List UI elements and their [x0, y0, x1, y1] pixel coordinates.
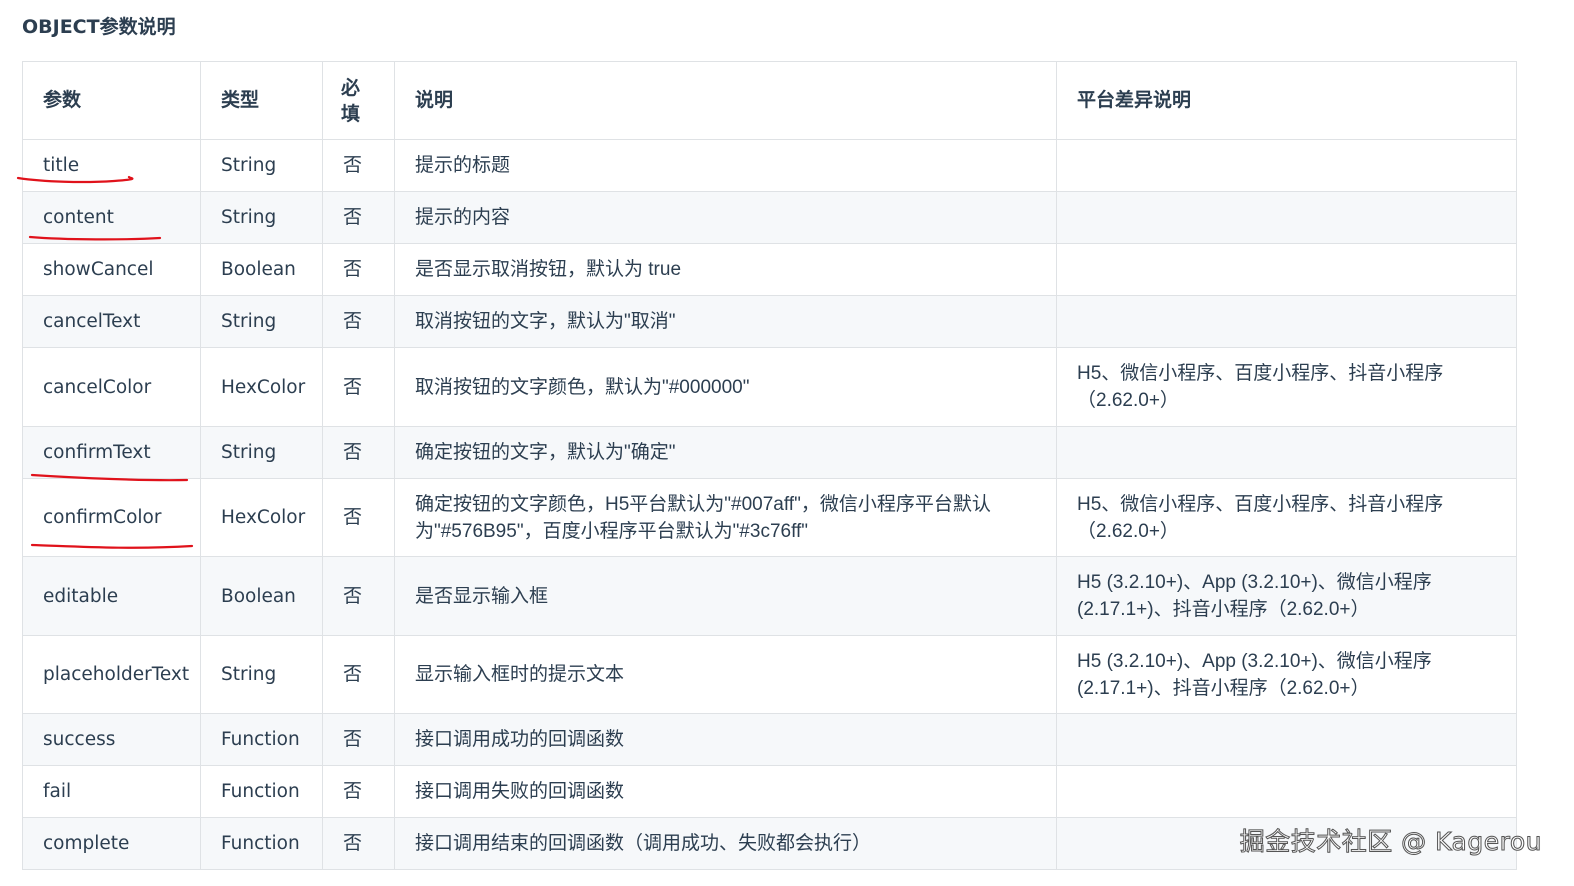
param-name: placeholderText: [22, 635, 201, 714]
param-description: 取消按钮的文字颜色，默认为"#000000": [394, 347, 1057, 427]
param-description: 确定按钮的文字，默认为"确定": [394, 426, 1057, 479]
param-name: cancelText: [22, 295, 201, 348]
table-row: confirmText String 否 确定按钮的文字，默认为"确定": [22, 426, 1517, 479]
table-row: editable Boolean 否 是否显示输入框 H5 (3.2.10+)、…: [22, 556, 1517, 636]
table-row: cancelColor HexColor 否 取消按钮的文字颜色，默认为"#00…: [22, 347, 1517, 427]
header-required: 必填: [322, 61, 395, 140]
param-description: 提示的内容: [394, 191, 1057, 244]
param-type: String: [200, 635, 323, 714]
param-required: 否: [322, 556, 395, 636]
table-row: placeholderText String 否 显示输入框时的提示文本 H5 …: [22, 635, 1517, 714]
param-required: 否: [322, 817, 395, 870]
param-type: Function: [200, 817, 323, 870]
param-name: title: [22, 139, 201, 192]
param-required: 否: [322, 243, 395, 296]
param-type: Boolean: [200, 556, 323, 636]
param-description: 是否显示输入框: [394, 556, 1057, 636]
param-type: HexColor: [200, 478, 323, 557]
table-row: success Function 否 接口调用成功的回调函数: [22, 713, 1517, 766]
param-type: Boolean: [200, 243, 323, 296]
table-row: showCancel Boolean 否 是否显示取消按钮，默认为 true: [22, 243, 1517, 296]
param-required: 否: [322, 635, 395, 714]
param-name: complete: [22, 817, 201, 870]
param-platform: [1056, 243, 1517, 296]
param-type: String: [200, 139, 323, 192]
table-row: content String 否 提示的内容: [22, 191, 1517, 244]
watermark: 掘金技术社区 @ Kagerou: [1239, 827, 1542, 857]
param-type: String: [200, 191, 323, 244]
section-heading: OBJECT参数说明: [22, 16, 176, 38]
param-type: Function: [200, 713, 323, 766]
param-platform: H5、微信小程序、百度小程序、抖音小程序（2.62.0+）: [1056, 478, 1517, 557]
header-platform: 平台差异说明: [1056, 61, 1517, 140]
table-header-row: 参数 类型 必填 说明 平台差异说明: [22, 61, 1517, 140]
param-platform: [1056, 295, 1517, 348]
param-required: 否: [322, 765, 395, 818]
table-row: title String 否 提示的标题: [22, 139, 1517, 192]
param-required: 否: [322, 347, 395, 427]
param-description: 显示输入框时的提示文本: [394, 635, 1057, 714]
param-description: 提示的标题: [394, 139, 1057, 192]
param-description: 接口调用失败的回调函数: [394, 765, 1057, 818]
param-required: 否: [322, 139, 395, 192]
param-type: HexColor: [200, 347, 323, 427]
param-platform: [1056, 713, 1517, 766]
param-type: String: [200, 426, 323, 479]
param-platform: [1056, 191, 1517, 244]
param-name: content: [22, 191, 201, 244]
table-row: cancelText String 否 取消按钮的文字，默认为"取消": [22, 295, 1517, 348]
object-params-table: 参数 类型 必填 说明 平台差异说明 title String 否 提示的标题 …: [22, 61, 1517, 870]
param-description: 是否显示取消按钮，默认为 true: [394, 243, 1057, 296]
param-required: 否: [322, 478, 395, 557]
param-name: success: [22, 713, 201, 766]
header-description: 说明: [394, 61, 1057, 140]
param-required: 否: [322, 295, 395, 348]
table-row: confirmColor HexColor 否 确定按钮的文字颜色，H5平台默认…: [22, 478, 1517, 557]
param-name: cancelColor: [22, 347, 201, 427]
param-description: 取消按钮的文字，默认为"取消": [394, 295, 1057, 348]
param-name: showCancel: [22, 243, 201, 296]
param-name: confirmText: [22, 426, 201, 479]
param-platform: [1056, 139, 1517, 192]
param-required: 否: [322, 426, 395, 479]
param-type: Function: [200, 765, 323, 818]
table-row: fail Function 否 接口调用失败的回调函数: [22, 765, 1517, 818]
param-platform: H5 (3.2.10+)、App (3.2.10+)、微信小程序 (2.17.1…: [1056, 556, 1517, 636]
param-platform: [1056, 765, 1517, 818]
param-platform: H5 (3.2.10+)、App (3.2.10+)、微信小程序 (2.17.1…: [1056, 635, 1517, 714]
param-required: 否: [322, 713, 395, 766]
param-name: confirmColor: [22, 478, 201, 557]
param-name: fail: [22, 765, 201, 818]
param-description: 确定按钮的文字颜色，H5平台默认为"#007aff"，微信小程序平台默认为"#5…: [394, 478, 1057, 557]
param-required: 否: [322, 191, 395, 244]
param-description: 接口调用结束的回调函数（调用成功、失败都会执行）: [394, 817, 1057, 870]
param-description: 接口调用成功的回调函数: [394, 713, 1057, 766]
param-platform: [1056, 426, 1517, 479]
param-type: String: [200, 295, 323, 348]
param-name: editable: [22, 556, 201, 636]
header-type: 类型: [200, 61, 323, 140]
header-param: 参数: [22, 61, 201, 140]
param-platform: H5、微信小程序、百度小程序、抖音小程序（2.62.0+）: [1056, 347, 1517, 427]
